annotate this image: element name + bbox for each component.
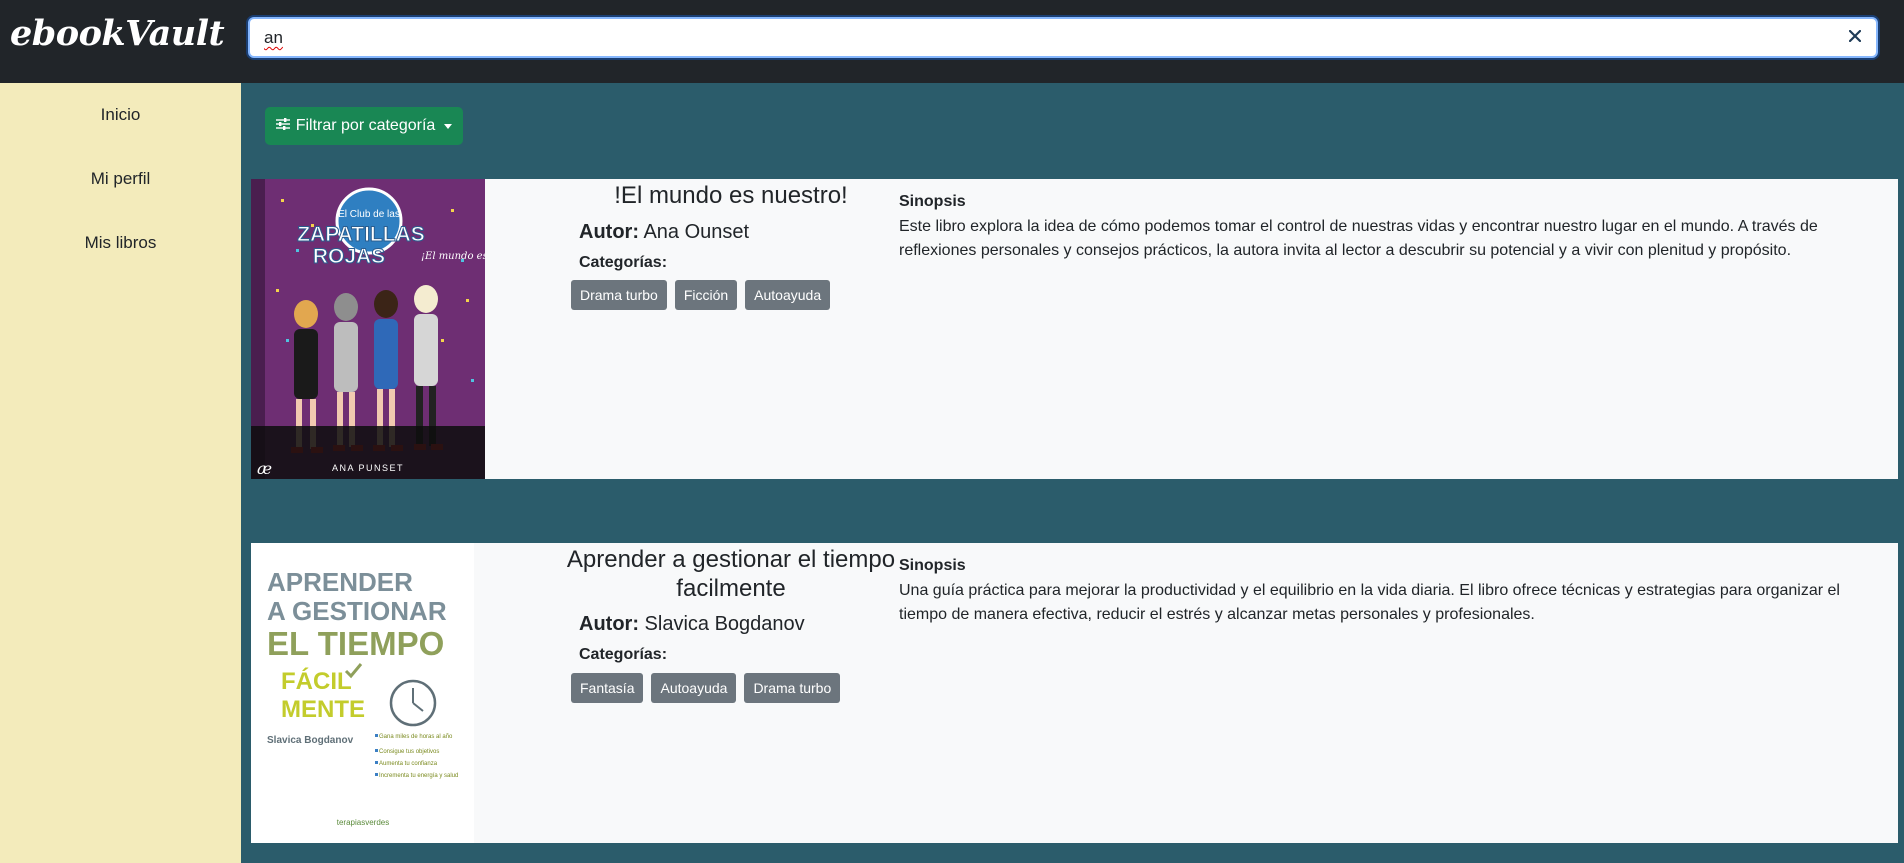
cover-line5: MENTE [281,696,365,723]
author-name: Ana Ounset [643,221,750,243]
sidebar-item-inicio[interactable]: Inicio [0,105,241,125]
book-cover-image[interactable]: APRENDER A GESTIONAR EL TIEMPO FÁCIL MEN… [251,543,474,843]
cover-bullet: Gana miles de horas al año [379,734,453,740]
cover-bullet: Aumenta tu confianza [379,761,438,767]
category-badges: Fantasía Autoayuda Drama turbo [571,673,841,703]
sliders-icon [275,117,290,135]
category-badge[interactable]: Fantasía [571,673,644,703]
category-badge[interactable]: Drama turbo [744,673,841,703]
book-title[interactable]: !El mundo es nuestro! [521,181,941,210]
cover-bullet: Incrementa tu energía y salud [379,773,458,779]
sidebar: Inicio Mi perfil Mis libros [0,83,241,863]
app-logo[interactable]: ebookVault [10,14,225,54]
cover-title-line2: ROJAS [313,245,385,268]
book-cover-image[interactable]: El Club de las ZAPATILLAS ROJAS ¡El mund… [251,179,485,479]
filter-category-label: Filtrar por categoría [295,117,436,134]
clear-search-icon[interactable] [1844,25,1866,47]
cover-title-line1: ZAPATILLAS [297,223,425,246]
cover-line4: FÁCIL [281,667,352,695]
cover-publisher: terapiasverdes [337,818,389,827]
book-card: El Club de las ZAPATILLAS ROJAS ¡El mund… [251,179,1898,479]
synopsis-label: Sinopsis [899,193,966,210]
author-name: Slavica Bogdanov [644,613,805,635]
caret-down-icon [444,123,453,129]
book-title[interactable]: Aprender a gestionar el tiempo facilment… [521,545,941,603]
category-badge[interactable]: Autoayuda [745,280,831,310]
book-author: Autor: Slavica Bogdanov [579,613,805,636]
category-badge[interactable]: Autoayuda [651,673,737,703]
book-author: Autor: Ana Ounset [579,221,749,244]
cover-bullet: Consigue tus objetivos [379,749,439,755]
search-box[interactable]: an [248,17,1878,58]
category-badge[interactable]: Drama turbo [571,280,667,310]
synopsis-text: Una guía práctica para mejorar la produc… [899,582,1840,623]
cover-line3: EL TIEMPO [267,625,444,662]
cover-series-text: El Club de las [338,209,400,220]
category-badges: Drama turbo Ficción Autoayuda [571,280,831,310]
search-input[interactable] [262,19,1822,56]
categories-label: Categorías: [579,254,668,271]
author-label: Autor: [579,221,639,243]
categories-label: Categorías: [579,646,668,663]
cover-line2: A GESTIONAR [267,596,447,626]
category-badge[interactable]: Ficción [674,280,738,310]
sidebar-item-mis-libros[interactable]: Mis libros [0,233,241,253]
filter-category-button[interactable]: Filtrar por categoría [265,107,463,145]
synopsis-text: Este libro explora la idea de cómo podem… [899,218,1818,259]
top-navbar: ebookVault an [0,0,1904,83]
synopsis-label: Sinopsis [899,557,966,574]
sidebar-item-mi-perfil[interactable]: Mi perfil [0,169,241,189]
cover-line1: APRENDER [267,567,413,597]
author-label: Autor: [579,613,639,635]
cover-author: Slavica Bogdanov [267,735,354,746]
cover-subtitle: ¡El mundo es nuestro! [421,251,485,262]
cover-author: ANA PUNSET [332,463,404,473]
book-card: APRENDER A GESTIONAR EL TIEMPO FÁCIL MEN… [251,543,1898,843]
svg-text:æ: æ [257,459,272,478]
